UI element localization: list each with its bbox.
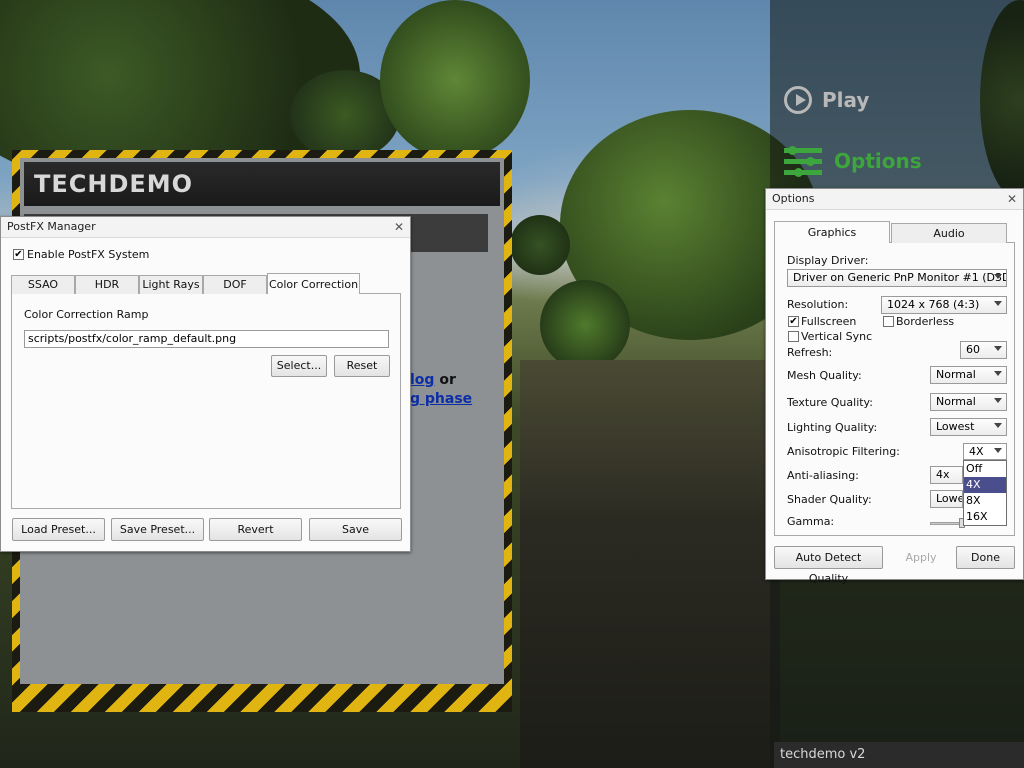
antialiasing-select[interactable]: 4x: [930, 466, 963, 484]
options-menu-item[interactable]: Options: [784, 144, 922, 178]
lighting-quality-value: Lowest: [936, 420, 975, 433]
borderless-label: Borderless: [896, 315, 955, 328]
dropdown-option-4x[interactable]: 4X: [964, 477, 1006, 493]
techdemo-text-line1: log or: [410, 372, 456, 388]
auto-detect-quality-button[interactable]: Auto Detect Quality: [774, 546, 883, 585]
load-preset-button[interactable]: Load Preset...: [12, 518, 105, 541]
enable-postfx-checkbox[interactable]: ✔: [13, 249, 24, 260]
texture-quality-value: Normal: [936, 395, 976, 408]
techdemo-text-or: or: [439, 372, 456, 388]
reset-ramp-button[interactable]: Reset: [334, 355, 390, 377]
refresh-value: 60: [966, 343, 980, 356]
techdemo-title: TECHDEMO: [24, 162, 500, 206]
color-ramp-path-input[interactable]: scripts/postfx/color_ramp_default.png: [24, 330, 389, 348]
tab-color-correction[interactable]: Color Correction: [267, 273, 360, 294]
version-footer: techdemo v2: [774, 742, 1024, 768]
aniso-filtering-value: 4X: [969, 445, 984, 458]
mesh-quality-select[interactable]: Normal: [930, 366, 1007, 384]
refresh-select[interactable]: 60: [960, 341, 1007, 359]
chevron-down-icon: [994, 301, 1002, 306]
aniso-filtering-dropdown: Off 4X 8X 16X: [963, 460, 1007, 526]
chevron-down-icon: [994, 423, 1002, 428]
save-button[interactable]: Save: [309, 518, 402, 541]
vsync-checkbox[interactable]: [788, 331, 799, 342]
aniso-filtering-label: Anisotropic Filtering:: [787, 445, 900, 458]
play-icon: [784, 86, 812, 114]
postfx-tab-panel: [11, 293, 401, 509]
shader-quality-label: Shader Quality:: [787, 493, 872, 506]
tab-ssao[interactable]: SSAO: [11, 275, 75, 294]
tab-light-rays[interactable]: Light Rays: [139, 275, 203, 294]
tab-audio[interactable]: Audio: [891, 223, 1007, 243]
lighting-quality-label: Lighting Quality:: [787, 421, 878, 434]
tree-foliage: [540, 280, 630, 370]
techdemo-link-2[interactable]: g phase: [410, 391, 472, 407]
revert-button[interactable]: Revert: [209, 518, 302, 541]
done-button[interactable]: Done: [956, 546, 1015, 569]
gamma-label: Gamma:: [787, 515, 835, 528]
techdemo-text-line2: g phase: [410, 391, 472, 407]
mesh-quality-label: Mesh Quality:: [787, 369, 862, 382]
vsync-label: Vertical Sync: [801, 330, 873, 343]
dropdown-option-16x[interactable]: 16X: [964, 509, 1006, 525]
texture-quality-label: Texture Quality:: [787, 396, 873, 409]
shader-quality-select[interactable]: Lowe: [930, 490, 963, 508]
antialiasing-label: Anti-aliasing:: [787, 469, 859, 482]
color-ramp-label: Color Correction Ramp: [24, 308, 149, 321]
postfx-title: PostFX Manager: [7, 220, 96, 233]
select-ramp-button[interactable]: Select...: [271, 355, 327, 377]
enable-postfx-label: Enable PostFX System: [27, 248, 150, 261]
shader-quality-value: Lowe: [936, 492, 963, 505]
tree-foliage: [510, 215, 570, 275]
dropdown-option-8x[interactable]: 8X: [964, 493, 1006, 509]
options-title: Options: [772, 192, 815, 205]
fullscreen-label: Fullscreen: [801, 315, 857, 328]
close-icon[interactable]: ✕: [394, 217, 404, 237]
display-driver-value: Driver on Generic PnP Monitor #1 (D3D9): [793, 271, 1007, 284]
refresh-label: Refresh:: [787, 346, 833, 359]
apply-button[interactable]: Apply: [893, 546, 949, 569]
options-title-bar: Options ✕: [766, 189, 1023, 210]
resolution-select[interactable]: 1024 x 768 (4:3): [881, 296, 1007, 314]
close-icon[interactable]: ✕: [1007, 189, 1017, 209]
chevron-down-icon: [994, 346, 1002, 351]
texture-quality-select[interactable]: Normal: [930, 393, 1007, 411]
display-driver-label: Display Driver:: [787, 254, 869, 267]
fullscreen-checkbox[interactable]: ✔: [788, 316, 799, 327]
chevron-down-icon: [994, 448, 1002, 453]
tab-hdr[interactable]: HDR: [75, 275, 139, 294]
borderless-checkbox[interactable]: [883, 316, 894, 327]
techdemo-link-1[interactable]: log: [410, 372, 434, 388]
display-driver-select[interactable]: Driver on Generic PnP Monitor #1 (D3D9): [787, 269, 1007, 287]
ground-path: [520, 360, 780, 768]
resolution-label: Resolution:: [787, 298, 849, 311]
play-label: Play: [822, 88, 870, 112]
resolution-value: 1024 x 768 (4:3): [887, 298, 980, 311]
tree-foliage: [380, 0, 530, 160]
aniso-filtering-select[interactable]: 4X: [963, 443, 1007, 460]
sliders-icon: [784, 144, 824, 178]
chevron-down-icon: [994, 274, 1002, 279]
tab-dof[interactable]: DOF: [203, 275, 267, 294]
play-menu-item[interactable]: Play: [784, 86, 869, 114]
dropdown-option-off[interactable]: Off: [964, 461, 1006, 477]
chevron-down-icon: [994, 398, 1002, 403]
tab-graphics[interactable]: Graphics: [774, 221, 890, 243]
save-preset-button[interactable]: Save Preset...: [111, 518, 204, 541]
lighting-quality-select[interactable]: Lowest: [930, 418, 1007, 436]
postfx-title-bar: PostFX Manager ✕: [1, 217, 410, 238]
mesh-quality-value: Normal: [936, 368, 976, 381]
chevron-down-icon: [994, 371, 1002, 376]
options-label: Options: [834, 149, 922, 173]
antialiasing-value: 4x: [936, 468, 950, 481]
